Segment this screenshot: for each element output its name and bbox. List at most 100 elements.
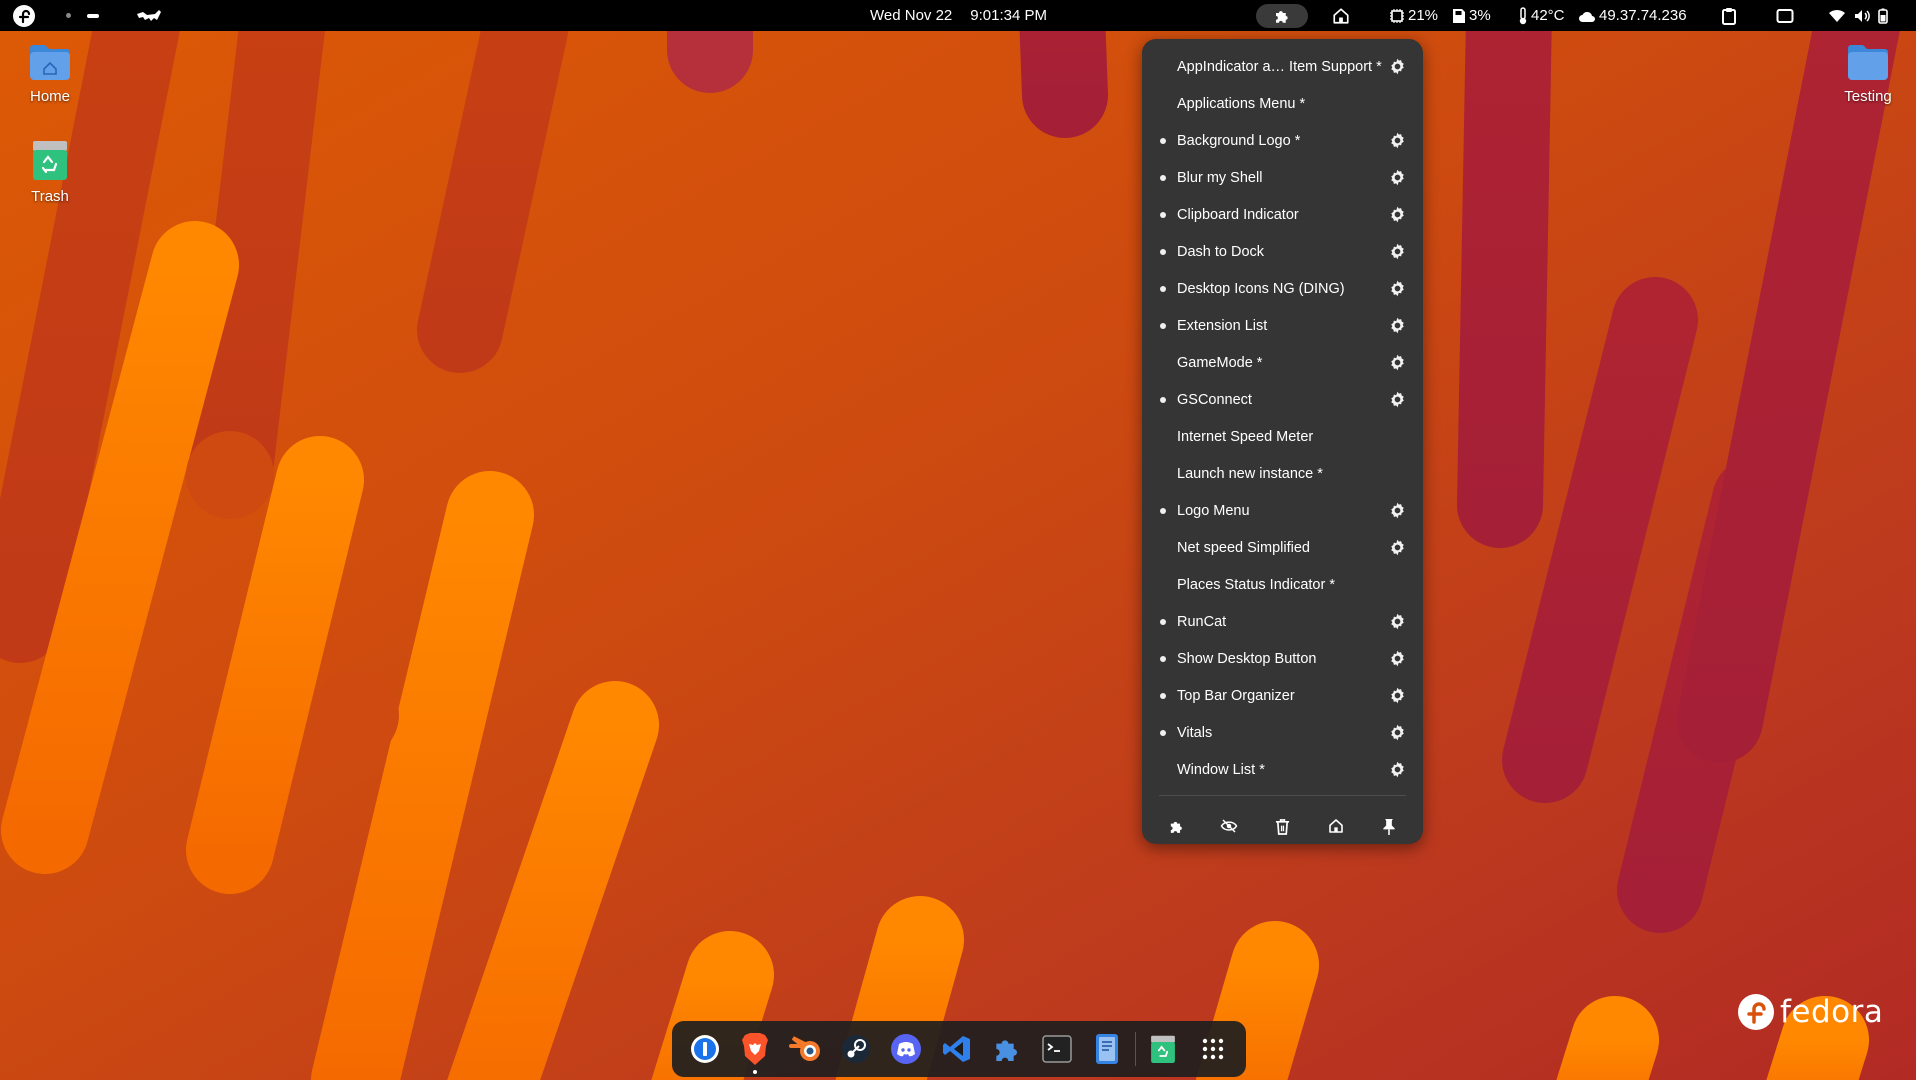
gear-icon[interactable] <box>1388 279 1407 298</box>
system-menu[interactable] <box>1828 0 1888 31</box>
vitals-cpu[interactable]: 21% <box>1389 0 1438 31</box>
desktop-icon-home[interactable]: Home <box>5 42 95 105</box>
extension-item[interactable]: Clipboard Indicator <box>1142 196 1423 233</box>
extension-item[interactable]: Launch new instance * <box>1142 455 1423 492</box>
homepage-button[interactable] <box>1322 812 1350 840</box>
vitals-ip[interactable]: 49.37.74.236 <box>1578 0 1687 31</box>
places-indicator[interactable] <box>1332 0 1350 31</box>
dock-app-discord[interactable] <box>881 1023 931 1075</box>
memory-icon <box>1453 8 1465 23</box>
extension-item[interactable]: Vitals <box>1142 714 1423 751</box>
desktop-icon-label: Trash <box>31 188 69 205</box>
pin-button[interactable] <box>1375 812 1403 840</box>
gear-icon[interactable] <box>1388 390 1407 409</box>
extension-item[interactable]: Show Desktop Button <box>1142 640 1423 677</box>
dock-app-1password[interactable] <box>680 1023 730 1075</box>
extension-item[interactable]: Desktop Icons NG (DING) <box>1142 270 1423 307</box>
gear-icon[interactable] <box>1388 168 1407 187</box>
hide-button[interactable] <box>1215 812 1243 840</box>
gear-icon[interactable] <box>1388 649 1407 668</box>
cpu-icon <box>1390 8 1404 23</box>
runcat-icon <box>137 9 161 21</box>
enabled-dot-icon <box>1160 211 1166 218</box>
discord-icon <box>891 1034 922 1064</box>
runcat-indicator[interactable] <box>135 0 163 31</box>
extension-item[interactable]: Blur my Shell <box>1142 159 1423 196</box>
trash-icon <box>33 141 67 180</box>
extension-item[interactable]: Dash to Dock <box>1142 233 1423 270</box>
gear-icon[interactable] <box>1388 723 1407 742</box>
dock-app-terminal[interactable] <box>1032 1023 1082 1075</box>
fedora-logo-icon <box>1738 994 1774 1030</box>
extension-item[interactable]: Applications Menu * <box>1142 85 1423 122</box>
gear-icon[interactable] <box>1388 686 1407 705</box>
extension-name: Logo Menu <box>1177 502 1250 519</box>
extension-item[interactable]: RunCat <box>1142 603 1423 640</box>
vitals-temperature[interactable]: 42°C <box>1518 0 1565 31</box>
home-icon <box>1328 819 1343 833</box>
remove-button[interactable] <box>1269 812 1297 840</box>
gear-icon[interactable] <box>1388 242 1407 261</box>
extension-item[interactable]: Net speed Simplified <box>1142 529 1423 566</box>
gear-icon[interactable] <box>1388 57 1407 76</box>
gear-icon[interactable] <box>1388 353 1407 372</box>
menu-separator <box>1159 795 1406 796</box>
gear-icon[interactable] <box>1388 612 1407 631</box>
dock-app-blender[interactable] <box>781 1023 831 1075</box>
show-desktop-icon <box>1776 8 1794 23</box>
gear-icon[interactable] <box>1388 538 1407 557</box>
dock-app-text-editor[interactable] <box>1082 1023 1132 1075</box>
desktop-icon-label: Home <box>29 88 70 105</box>
dock-app-steam[interactable] <box>831 1023 881 1075</box>
vscode-icon <box>942 1036 970 1062</box>
dock-app-brave[interactable] <box>730 1023 780 1075</box>
temperature-value: 42°C <box>1531 7 1565 24</box>
ip-value: 49.37.74.236 <box>1599 7 1687 24</box>
cpu-value: 21% <box>1408 7 1439 24</box>
logo-menu-button[interactable] <box>12 0 36 31</box>
extension-list-button[interactable] <box>1256 4 1308 28</box>
gear-icon[interactable] <box>1388 316 1407 335</box>
dock-app-trash[interactable] <box>1138 1023 1188 1075</box>
cloud-icon <box>1579 11 1595 22</box>
desktop-icon-trash[interactable]: Trash <box>5 138 95 205</box>
enabled-dot-icon <box>1160 655 1166 662</box>
enabled-dot-icon <box>1160 137 1166 144</box>
extension-name: Top Bar Organizer <box>1177 687 1295 704</box>
extension-item[interactable]: Window List * <box>1142 751 1423 788</box>
dock-app-vscode[interactable] <box>931 1023 981 1075</box>
extension-item[interactable]: AppIndicator a… Item Support * <box>1142 48 1423 85</box>
gear-icon[interactable] <box>1388 131 1407 150</box>
extension-name: AppIndicator a… Item Support * <box>1177 58 1382 75</box>
brave-icon <box>742 1033 769 1065</box>
gear-icon[interactable] <box>1388 205 1407 224</box>
extension-item[interactable]: Logo Menu <box>1142 492 1423 529</box>
enabled-dot-icon <box>1160 729 1166 736</box>
extension-item[interactable]: Background Logo * <box>1142 122 1423 159</box>
extension-item[interactable]: Top Bar Organizer <box>1142 677 1423 714</box>
dock-app-extensions[interactable] <box>982 1023 1032 1075</box>
open-extensions-app-button[interactable] <box>1162 812 1190 840</box>
clipboard-indicator[interactable] <box>1721 0 1737 31</box>
extension-item[interactable]: Extension List <box>1142 307 1423 344</box>
workspace-dot-icon <box>66 13 71 18</box>
gear-icon[interactable] <box>1388 501 1407 520</box>
dock-show-apps-button[interactable] <box>1188 1023 1238 1075</box>
enabled-dot-icon <box>1160 618 1166 625</box>
terminal-icon <box>1042 1035 1072 1063</box>
clipboard-icon <box>1722 7 1736 25</box>
running-indicator <box>753 1070 758 1074</box>
extension-item[interactable]: GSConnect <box>1142 381 1423 418</box>
extension-item[interactable]: GameMode * <box>1142 344 1423 381</box>
extension-item[interactable]: Places Status Indicator * <box>1142 566 1423 603</box>
clock[interactable]: Wed Nov 22 9:01:34 PM <box>870 0 1047 31</box>
gear-icon[interactable] <box>1388 760 1407 779</box>
vitals-memory[interactable]: 3% <box>1452 0 1491 31</box>
workspace-indicator[interactable] <box>66 0 99 31</box>
wallpaper <box>0 0 1916 1080</box>
extension-name: Applications Menu * <box>1177 95 1306 112</box>
extension-name: Desktop Icons NG (DING) <box>1177 280 1345 297</box>
desktop-icon-testing[interactable]: Testing <box>1823 42 1913 105</box>
show-desktop-button[interactable] <box>1776 0 1794 31</box>
extension-item[interactable]: Internet Speed Meter <box>1142 418 1423 455</box>
